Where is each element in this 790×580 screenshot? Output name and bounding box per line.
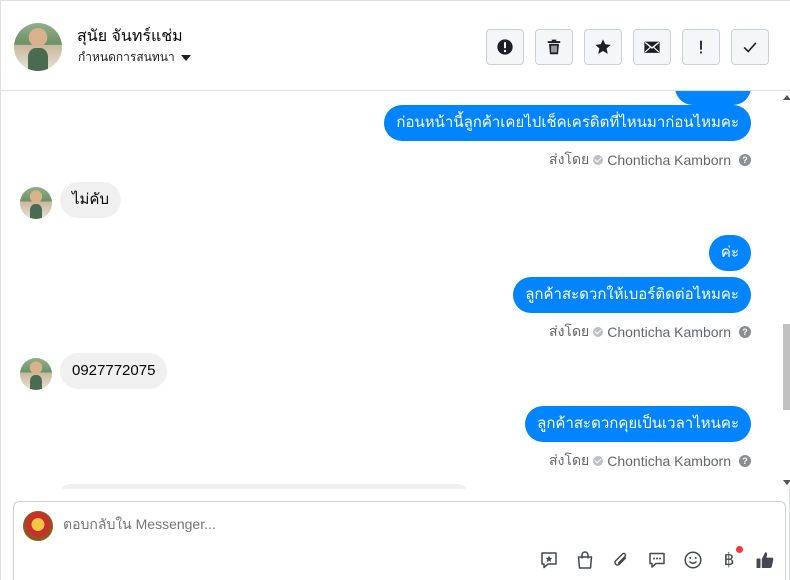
attachment-icon [614,552,627,566]
done-button[interactable] [731,29,769,65]
agent-name: Chonticha Kamborn [607,453,731,469]
scroll-down-arrow-icon[interactable] [783,480,790,485]
star-button[interactable] [584,29,622,65]
outgoing-message: ลูกค้าสะดวกให้เบอร์ติดต่อไหมคะ [513,277,751,313]
spam-button[interactable] [486,29,524,65]
follow-up-button[interactable] [682,29,720,65]
checkmark-icon [743,42,757,53]
outgoing-message-partial [675,91,751,105]
sent-by-line: ส่งโดย Chonticha Kamborn ? [549,450,751,472]
saved-reply-button[interactable] [537,548,561,572]
reply-input[interactable] [63,516,663,532]
trash-icon [547,39,561,55]
thread-scrollbar[interactable] [783,91,790,489]
assign-label: กำหนดการสนทนา [78,50,175,64]
help-icon[interactable]: ? [739,326,751,338]
verified-check-icon [593,327,604,337]
help-icon[interactable]: ? [739,455,751,467]
like-button[interactable] [753,548,777,572]
mark-unread-button[interactable] [633,29,671,65]
exclamation-icon [700,40,702,54]
outgoing-message: ก่อนหน้านี้ลูกค้าเคยไปเช็คเครดิตที่ไหนมา… [384,105,751,141]
baht-icon: ฿ [723,550,735,570]
agent-name: Chonticha Kamborn [607,152,731,168]
contact-name[interactable]: สุนัย จันทร์แช่ม [77,24,183,49]
notification-dot [736,546,743,553]
outgoing-message: ค่ะ [708,235,751,271]
sender-avatar[interactable] [20,187,52,219]
incoming-message: 0927772075 [60,353,168,389]
sent-by-line: ส่งโดย Chonticha Kamborn ? [549,321,751,343]
verified-check-icon [593,155,604,165]
caret-down-icon [180,54,191,61]
messenger-conversation-panel: สุนัย จันทร์แช่ม กำหนดการสนทนา ก่อนหน้าน… [0,0,790,580]
agent-name: Chonticha Kamborn [607,324,731,340]
sent-by-label: ส่งโดย [549,151,590,167]
emoji-button[interactable] [681,548,705,572]
sent-by-label: ส่งโดย [549,323,590,339]
verified-check-icon [593,456,604,466]
incoming-message-partial [60,484,468,489]
incoming-message: ไม่คับ [60,182,121,218]
attach-button[interactable] [609,548,633,572]
emoji-icon [684,551,702,569]
sender-avatar[interactable] [20,358,52,390]
composer-toolbar: ฿ [537,546,777,572]
scroll-thumb[interactable] [783,324,790,410]
quick-reply-button[interactable] [645,548,669,572]
sent-by-line: ส่งโดย Chonticha Kamborn ? [549,149,751,171]
star-icon [595,39,611,54]
conversation-header: สุนัย จันทร์แช่ม กำหนดการสนทนา [1,0,790,91]
saved-reply-icon [541,552,557,569]
shop-button[interactable] [573,548,597,572]
message-thread[interactable]: ก่อนหน้านี้ลูกค้าเคยไปเช็คเครดิตที่ไหนมา… [1,91,790,489]
sent-by-label: ส่งโดย [549,452,590,468]
envelope-icon [644,41,660,53]
help-icon[interactable]: ? [739,154,751,166]
scroll-up-arrow-icon[interactable] [783,95,790,100]
delete-button[interactable] [535,29,573,65]
exclamation-circle-icon [497,39,513,55]
shop-bag-icon [577,551,593,569]
outgoing-message: ลูกค้าสะดวกคุยเป็นเวลาไหนคะ [525,406,751,442]
assign-conversation-dropdown[interactable]: กำหนดการสนทนา [78,48,191,67]
payment-button[interactable]: ฿ [717,546,743,572]
page-avatar [23,511,53,541]
reply-composer: ฿ [13,501,786,580]
contact-avatar[interactable] [14,23,62,71]
chat-bubble-icon [649,552,665,568]
like-icon [756,552,774,568]
header-actions [486,29,769,65]
